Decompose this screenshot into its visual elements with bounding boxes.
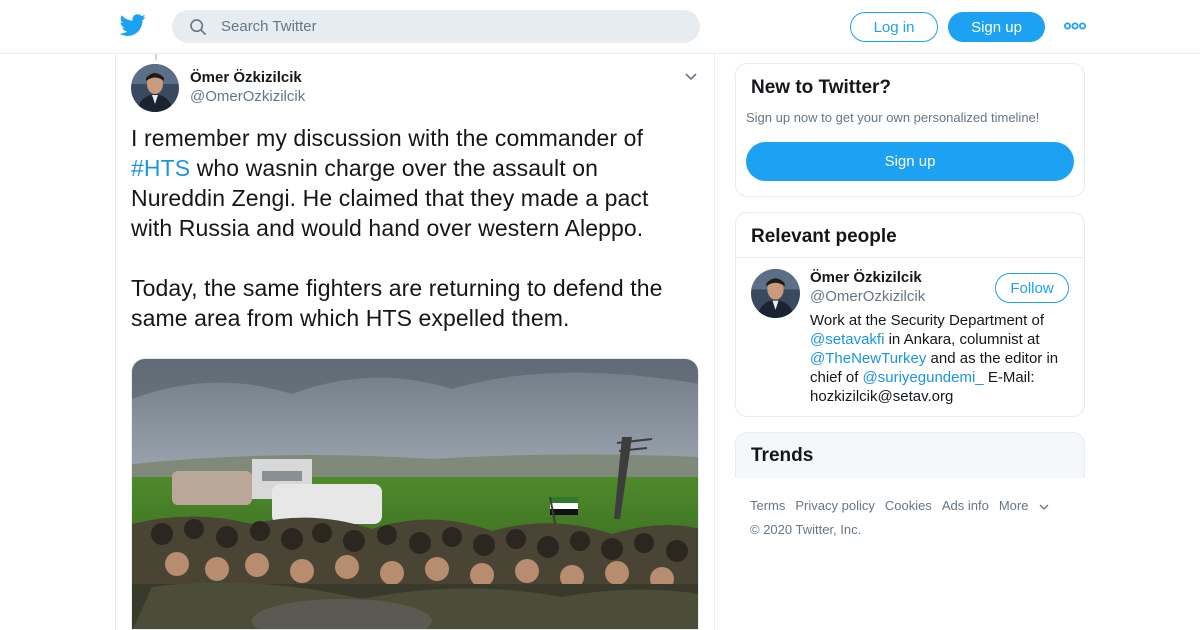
tweet-text-line: with Russia and would hand over western …: [131, 215, 644, 241]
tweet-text-line: #HTS who wasnin charge over the assault …: [131, 153, 701, 183]
footer-more-label: More: [998, 498, 1029, 513]
follow-button[interactable]: Follow: [995, 273, 1069, 303]
tweet-text-line: same area from which HTS expelled them.: [131, 305, 570, 331]
signup-button[interactable]: Sign up: [948, 12, 1045, 42]
trends-card: Trends: [735, 432, 1085, 478]
tweet-text: I remember my discussion with the comman…: [131, 123, 701, 333]
hashtag-link[interactable]: #HTS: [131, 155, 190, 181]
footer-link-cookies[interactable]: Cookies: [885, 498, 932, 513]
bio-text: Work at the Security Department of: [810, 312, 1044, 329]
tweet-text-line: I remember my discussion with the comman…: [131, 125, 644, 151]
search-input[interactable]: [221, 18, 681, 35]
trends-title: Trends: [751, 445, 814, 466]
top-navigation-bar: Log in Sign up: [0, 0, 1200, 54]
copyright-text: © 2020 Twitter, Inc.: [750, 522, 862, 537]
more-options-icon[interactable]: [1064, 17, 1086, 35]
signup-promo-subtitle: Sign up now to get your own personalized…: [746, 110, 1040, 125]
signup-promo-card: New to Twitter? Sign up now to get your …: [735, 63, 1085, 197]
tweet-text-line: Today, the same fighters are returning t…: [131, 275, 663, 301]
author-name[interactable]: Ömer Özkizilcik: [190, 69, 302, 86]
person-handle[interactable]: @OmerOzkizilcik: [810, 288, 925, 305]
twitter-bird-icon[interactable]: [120, 14, 146, 36]
search-box[interactable]: [172, 10, 700, 43]
mention-link[interactable]: @suriyegundemi_: [863, 369, 984, 386]
search-icon: [190, 18, 207, 35]
footer-link-ads[interactable]: Ads info: [942, 498, 989, 513]
chevron-down-icon: [1039, 504, 1049, 510]
footer-more-menu[interactable]: More: [999, 498, 1051, 513]
person-avatar[interactable]: [751, 269, 800, 318]
bio-text: in Ankara, columnist at: [884, 331, 1040, 348]
signup-promo-title: New to Twitter?: [751, 77, 892, 98]
footer-link-terms[interactable]: Terms: [750, 498, 785, 513]
author-handle[interactable]: @OmerOzkizilcik: [190, 88, 305, 105]
chevron-down-icon[interactable]: [684, 71, 698, 83]
avatar-image: [751, 269, 800, 318]
author-avatar[interactable]: [131, 64, 179, 112]
card-divider: [736, 257, 1084, 258]
avatar-image: [131, 64, 179, 112]
footer-links: Terms Privacy policy Cookies Ads info Mo…: [750, 498, 1060, 513]
photo-crowd-image: [132, 359, 698, 629]
person-name[interactable]: Ömer Özkizilcik: [810, 269, 922, 286]
relevant-people-title: Relevant people: [751, 226, 897, 247]
thread-connector-line: [155, 54, 157, 60]
signup-promo-button[interactable]: Sign up: [746, 142, 1074, 181]
person-bio: Work at the Security Department of @seta…: [810, 311, 1072, 406]
login-button[interactable]: Log in: [850, 12, 938, 42]
mention-link[interactable]: @TheNewTurkey: [810, 350, 926, 367]
footer-link-privacy[interactable]: Privacy policy: [795, 498, 874, 513]
tweet-text-line: Nureddin Zengi. He claimed that they mad…: [131, 185, 649, 211]
relevant-people-card: Relevant people Ömer Özkizilcik @OmerOzk…: [735, 212, 1085, 417]
mention-link[interactable]: @setavakfi: [810, 331, 884, 348]
tweet-text-segment: who wasnin charge over the assault on: [190, 155, 599, 181]
tweet-photo[interactable]: [131, 358, 699, 630]
